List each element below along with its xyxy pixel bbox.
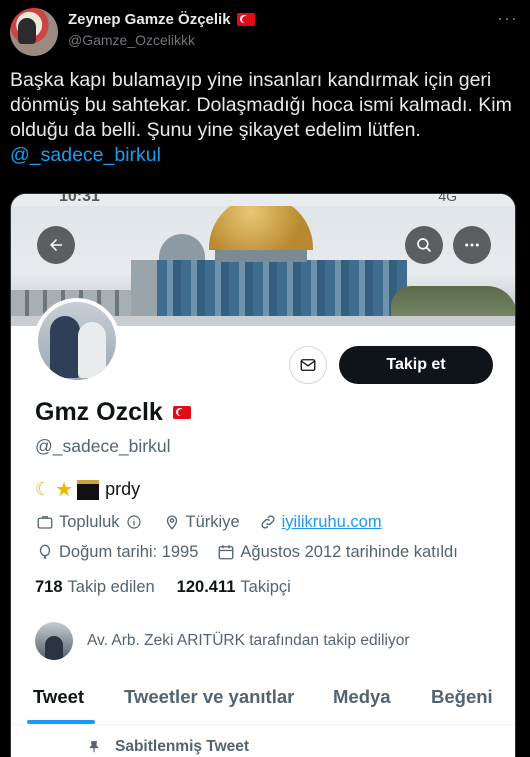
- pinned-text: Sabitlenmiş Tweet: [115, 738, 250, 755]
- profile-avatar[interactable]: [34, 298, 120, 384]
- more-button[interactable]: [453, 226, 491, 264]
- following-count[interactable]: 718: [35, 578, 63, 597]
- author-name[interactable]: Zeynep Gamze Özçelik: [68, 11, 231, 28]
- profile-stats: 718 Takip edilen 120.411 Takipçi: [35, 578, 291, 597]
- pinned-tweet-label: Sabitlenmiş Tweet: [87, 738, 249, 756]
- tab-media[interactable]: Medya: [333, 686, 391, 708]
- profile-meta-row-2: Doğum tarihi: 1995 Ağustos 2012 tarihind…: [35, 542, 458, 562]
- turkey-flag-icon: [236, 13, 255, 26]
- followers-label[interactable]: Takipçi: [240, 578, 290, 597]
- location-icon: [162, 512, 182, 532]
- tab-tweets-and-replies[interactable]: Tweetler ve yanıtlar: [124, 686, 294, 708]
- search-button[interactable]: [405, 226, 443, 264]
- link-icon: [258, 512, 278, 532]
- profile-location: Türkiye: [185, 512, 240, 531]
- profile-tabs: Tweet Tweetler ve yanıtlar Medya Beğeni: [11, 678, 515, 724]
- info-icon[interactable]: [124, 512, 144, 532]
- profile-name: Gmz Ozclk: [35, 398, 163, 426]
- turkey-flag-icon: [172, 406, 191, 419]
- star-icon: ★: [55, 479, 74, 501]
- pin-icon: [89, 741, 99, 753]
- avatar-figure-dark: [50, 316, 80, 378]
- briefcase-icon: [35, 512, 55, 532]
- followed-by-text: Av. Arb. Zeki ARITÜRK tarafından takip e…: [87, 632, 410, 649]
- profile-website[interactable]: iyilikruhu.com: [282, 513, 382, 532]
- profile-joined: Ağustos 2012 tarihinde katıldı: [240, 542, 458, 561]
- following-label[interactable]: Takip edilen: [68, 578, 155, 597]
- follow-button[interactable]: Takip et: [339, 346, 493, 384]
- moon-icon: ☾: [35, 479, 52, 499]
- tabs-divider: [11, 724, 515, 725]
- avatar-figure-light: [78, 322, 106, 378]
- bio-text: prdy: [105, 479, 141, 499]
- message-button[interactable]: [289, 346, 327, 384]
- search-icon: [417, 238, 431, 252]
- status-bar: 10:31 4G: [11, 194, 515, 206]
- status-network: 4G: [438, 193, 457, 204]
- status-time: 10:31: [59, 193, 100, 205]
- more-dots-icon[interactable]: ···: [497, 8, 518, 29]
- calendar-icon: [216, 542, 236, 562]
- followers-count[interactable]: 120.411: [177, 578, 236, 597]
- tweet-body: Başka kapı bulamayıp yine insanları kand…: [10, 69, 512, 141]
- banner-small-dome: [159, 234, 205, 260]
- author-avatar[interactable]: [10, 8, 58, 56]
- profile-name-row: Gmz Ozclk: [35, 398, 191, 427]
- author-name-row: Zeynep Gamze Özçelik: [68, 11, 255, 28]
- tweet-header: Zeynep Gamze Özçelik @Gamze_Ozcelikkk ··…: [10, 8, 520, 56]
- banner-octagon: [157, 260, 407, 318]
- follower-avatar: [35, 622, 73, 660]
- balloon-icon: [35, 542, 55, 562]
- followed-by-row[interactable]: Av. Arb. Zeki ARITÜRK tarafından takip e…: [35, 622, 409, 660]
- author-handle[interactable]: @Gamze_Ozcelikkk: [68, 32, 195, 48]
- profile-handle: @_sadece_birkul: [35, 436, 171, 456]
- tab-likes[interactable]: Beğeni: [431, 686, 493, 708]
- profile-meta-row-1: Topluluk Türkiye iyilikruhu.com: [35, 512, 382, 532]
- mail-icon: [300, 359, 316, 371]
- kaaba-icon: [77, 479, 100, 500]
- mention-link[interactable]: @_sadece_birkul: [10, 144, 161, 166]
- tab-tweet[interactable]: Tweet: [33, 686, 84, 708]
- back-arrow-icon: [50, 239, 62, 251]
- profile-category: Topluluk: [59, 512, 120, 531]
- profile-bio: ☾ ★ prdy: [35, 477, 140, 502]
- tweet-text: Başka kapı bulamayıp yine insanları kand…: [10, 68, 520, 168]
- back-button[interactable]: [37, 226, 75, 264]
- embedded-screenshot[interactable]: 10:31 4G Takip et Gmz Ozclk @_sadece_bir…: [10, 193, 516, 757]
- more-icon: [465, 243, 479, 247]
- profile-birth: Doğum tarihi: 1995: [59, 542, 199, 561]
